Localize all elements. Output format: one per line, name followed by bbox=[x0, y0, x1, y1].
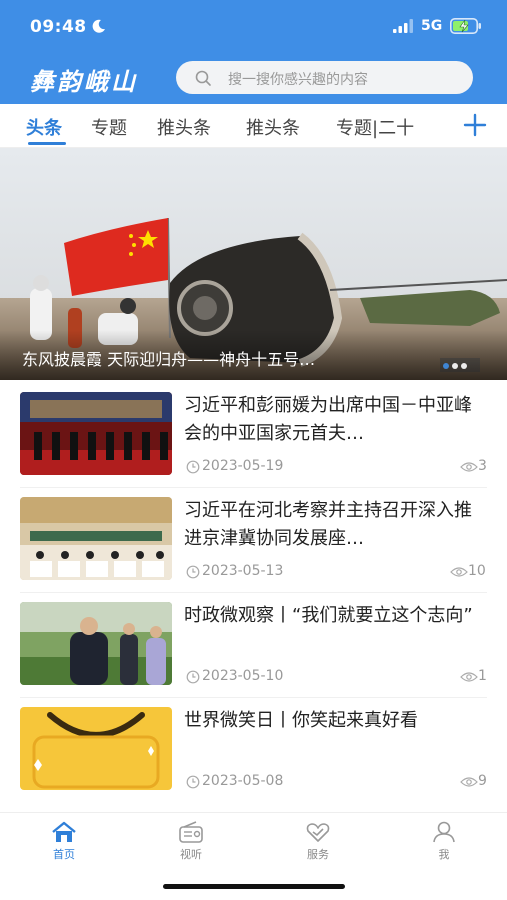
category-tabs: 头条 专题 推头条 推头条 专题|二十 bbox=[0, 104, 507, 148]
clock-icon bbox=[186, 565, 200, 579]
home-icon bbox=[52, 821, 76, 842]
tab-push-headlines-2[interactable]: 推头条 bbox=[246, 114, 300, 140]
news-thumbnail bbox=[20, 602, 172, 685]
news-date: 2023-05-13 bbox=[202, 563, 284, 579]
brand-logo: 彝韵峨山 bbox=[30, 67, 138, 96]
news-date: 2023-05-19 bbox=[202, 458, 284, 474]
search-icon bbox=[195, 70, 211, 86]
news-title: 世界微笑日丨你笑起来真好看 bbox=[184, 710, 418, 731]
news-views: 9 bbox=[478, 773, 487, 789]
status-time: 09:48 bbox=[30, 17, 87, 37]
signal-icon bbox=[393, 19, 413, 33]
battery-icon bbox=[450, 18, 481, 34]
news-views: 3 bbox=[478, 458, 487, 474]
moon-icon bbox=[92, 19, 105, 33]
carousel-dot[interactable] bbox=[452, 363, 458, 369]
news-item[interactable]: 时政微观察丨“我们就要立这个志向” 2023-05-10 1 bbox=[0, 602, 507, 706]
eye-icon bbox=[460, 672, 478, 682]
clock-icon bbox=[186, 670, 200, 684]
tab-active-indicator bbox=[28, 142, 66, 145]
news-thumbnail bbox=[20, 707, 172, 790]
eye-icon bbox=[460, 777, 478, 787]
app-header: 09:48 5G 彝韵峨山 搜一搜你感兴趣的内容 bbox=[0, 0, 507, 104]
news-title: 时政微观察丨“我们就要立这个志向” bbox=[184, 605, 473, 626]
user-icon bbox=[433, 821, 455, 843]
tabbar-label: 服务 bbox=[307, 848, 329, 861]
divider bbox=[20, 592, 487, 593]
tab-special-twenty[interactable]: 专题|二十 bbox=[336, 114, 414, 140]
clock-icon bbox=[186, 460, 200, 474]
tabbar-media[interactable]: 视听 bbox=[161, 821, 221, 862]
news-item[interactable]: 习近平在河北考察并主持召开深入推进京津冀协同发展座… 2023-05-13 10 bbox=[0, 497, 507, 601]
tabbar-me[interactable]: 我 bbox=[414, 821, 474, 862]
status-bar: 09:48 5G bbox=[0, 0, 507, 52]
tab-headlines[interactable]: 头条 bbox=[26, 114, 62, 140]
tabbar-label: 首页 bbox=[53, 848, 75, 861]
eye-icon bbox=[450, 567, 468, 577]
news-item[interactable]: 世界微笑日丨你笑起来真好看 2023-05-08 9 bbox=[0, 707, 507, 811]
carousel-dot[interactable] bbox=[443, 363, 449, 369]
news-thumbnail bbox=[20, 497, 172, 580]
news-date: 2023-05-08 bbox=[202, 773, 284, 789]
search-placeholder: 搜一搜你感兴趣的内容 bbox=[228, 72, 368, 88]
home-indicator[interactable] bbox=[163, 884, 345, 889]
news-date: 2023-05-10 bbox=[202, 668, 284, 684]
tabbar-label: 视听 bbox=[180, 848, 202, 861]
news-title: 习近平在河北考察并主持召开深入推进京津冀协同发展座… bbox=[184, 500, 472, 549]
tab-special[interactable]: 专题 bbox=[91, 114, 127, 140]
news-views: 10 bbox=[468, 563, 486, 579]
banner-caption[interactable]: 东风披晨霞 天际迎归舟——神舟十五号… bbox=[22, 346, 442, 370]
divider bbox=[20, 697, 487, 698]
carousel-dots bbox=[443, 354, 470, 369]
eye-icon bbox=[460, 462, 478, 472]
clock-icon bbox=[186, 775, 200, 789]
radio-icon bbox=[179, 821, 203, 843]
tabbar-service[interactable]: 服务 bbox=[288, 821, 348, 862]
news-title: 习近平和彭丽媛为出席中国－中亚峰会的中亚国家元首夫… bbox=[184, 395, 472, 444]
news-thumbnail bbox=[20, 392, 172, 475]
tabbar-label: 我 bbox=[438, 848, 450, 861]
tab-push-headlines[interactable]: 推头条 bbox=[157, 114, 211, 140]
tabbar-home[interactable]: 首页 bbox=[34, 821, 94, 862]
search-bar[interactable]: 搜一搜你感兴趣的内容 bbox=[176, 61, 473, 94]
service-icon bbox=[306, 823, 330, 842]
network-type: 5G bbox=[421, 18, 443, 34]
add-channel-icon[interactable] bbox=[462, 112, 488, 138]
news-views: 1 bbox=[478, 668, 487, 684]
carousel-dot[interactable] bbox=[461, 363, 467, 369]
news-item[interactable]: 习近平和彭丽媛为出席中国－中亚峰会的中亚国家元首夫… 2023-05-19 3 bbox=[0, 392, 507, 496]
divider bbox=[20, 487, 487, 488]
